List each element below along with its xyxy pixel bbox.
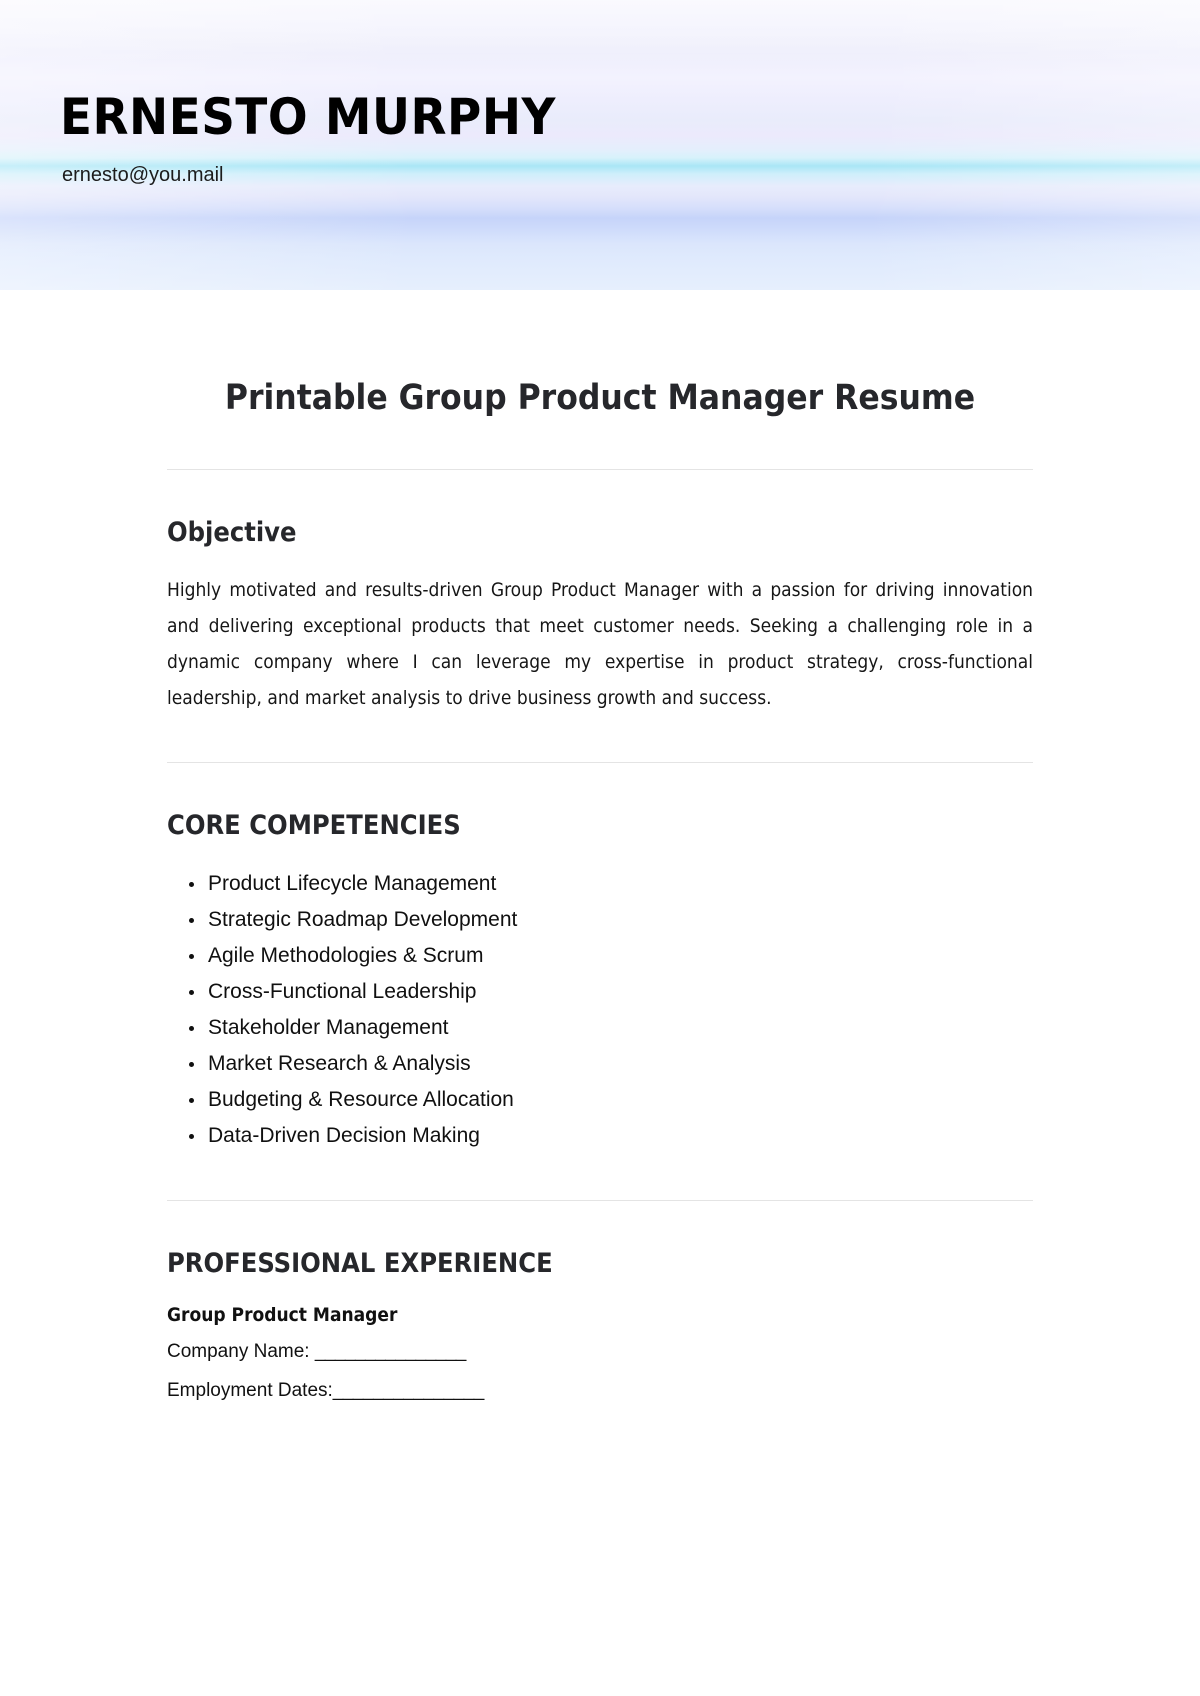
employment-dates-label: Employment Dates:: [167, 1380, 333, 1401]
document-title: Printable Group Product Manager Resume: [224, 378, 976, 418]
resume-document: Printable Group Product Manager Resume O…: [0, 290, 1200, 1406]
section-heading-professional-experience: PROFESSIONAL EXPERIENCE: [167, 1248, 553, 1279]
list-item: Data-Driven Decision Making: [189, 1118, 1033, 1154]
list-item: Cross-Functional Leadership: [189, 974, 1033, 1010]
experience-entry: Group Product Manager Company Name: ____…: [167, 1302, 1033, 1406]
page-title: ERNESTO MURPHY: [60, 88, 556, 146]
list-item: Product Lifecycle Management: [189, 866, 1033, 902]
employment-dates-blank[interactable]: _______________: [333, 1380, 485, 1401]
core-competencies-list: Product Lifecycle Management Strategic R…: [167, 866, 1033, 1154]
header-identity-block: ERNESTO MURPHY ernesto@you.mail: [60, 88, 555, 188]
content-column: Printable Group Product Manager Resume O…: [167, 290, 1033, 1406]
list-item: Stakeholder Management: [189, 1010, 1033, 1046]
list-item: Budgeting & Resource Allocation: [189, 1082, 1033, 1118]
section-heading-objective: Objective: [167, 517, 297, 548]
company-name-label: Company Name:: [167, 1341, 315, 1362]
experience-company-row: Company Name: _______________: [167, 1337, 1033, 1367]
section-heading-core-competencies: CORE COMPETENCIES: [167, 810, 461, 841]
list-item: Strategic Roadmap Development: [189, 902, 1033, 938]
list-item: Market Research & Analysis: [189, 1046, 1033, 1082]
experience-dates-row: Employment Dates:_______________: [167, 1376, 1033, 1406]
experience-job-title: Group Product Manager: [167, 1304, 398, 1326]
company-name-blank[interactable]: _______________: [315, 1341, 467, 1362]
objective-paragraph: Highly motivated and results-driven Grou…: [167, 579, 1033, 709]
contact-email[interactable]: ernesto@you.mail: [62, 162, 537, 188]
list-item: Agile Methodologies & Scrum: [189, 938, 1033, 974]
